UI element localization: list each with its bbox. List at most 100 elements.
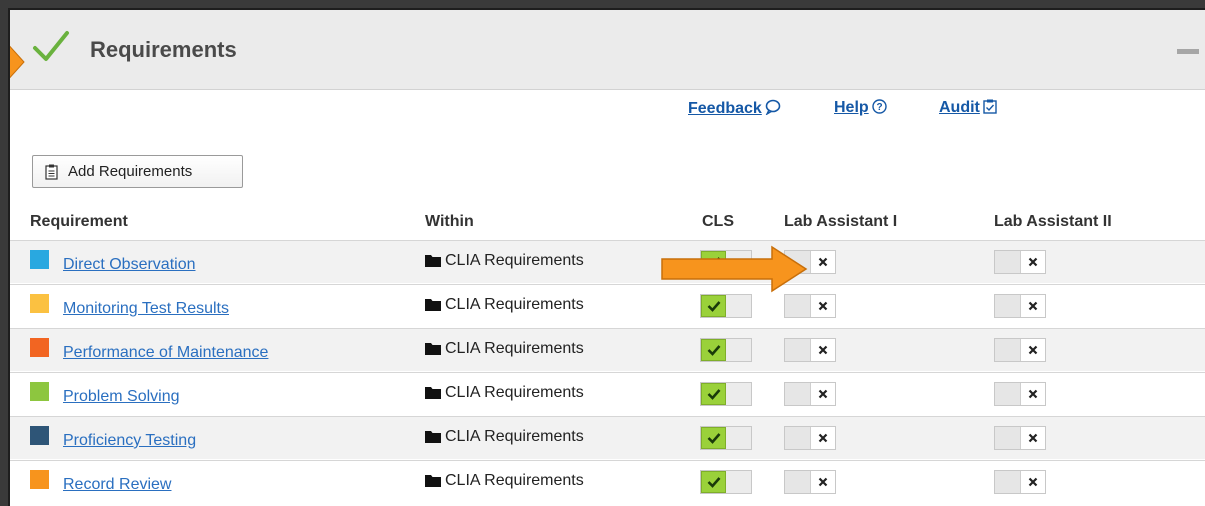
requirement-link[interactable]: Record Review bbox=[63, 476, 171, 494]
lab-assistant-2-toggle[interactable] bbox=[994, 338, 1046, 362]
requirement-link[interactable]: Direct Observation bbox=[63, 256, 196, 274]
toggle-right bbox=[726, 339, 751, 361]
toggle-left bbox=[785, 427, 810, 449]
within-label: CLIA Requirements bbox=[445, 296, 584, 313]
within-cell: CLIA Requirements bbox=[425, 428, 584, 446]
x-icon bbox=[1028, 345, 1038, 355]
table-row: Record Review CLIA Requirements bbox=[10, 460, 1205, 503]
toggle-left bbox=[995, 427, 1020, 449]
toggle-left bbox=[785, 295, 810, 317]
folder-icon bbox=[425, 299, 441, 311]
panel-title: Requirements bbox=[90, 37, 237, 62]
toggle-left bbox=[995, 251, 1020, 273]
lab-assistant-1-toggle[interactable] bbox=[784, 338, 836, 362]
x-icon bbox=[818, 345, 828, 355]
requirement-link[interactable]: Proficiency Testing bbox=[63, 432, 196, 450]
toggle-right bbox=[726, 427, 751, 449]
toggle-left bbox=[701, 339, 726, 361]
lab-assistant-2-toggle[interactable] bbox=[994, 294, 1046, 318]
checkmark-icon bbox=[707, 433, 720, 444]
lab-assistant-2-toggle[interactable] bbox=[994, 250, 1046, 274]
within-cell: CLIA Requirements bbox=[425, 340, 584, 358]
arrow-icon bbox=[10, 45, 25, 79]
lab-assistant-1-toggle[interactable] bbox=[784, 294, 836, 318]
column-header-requirement: Requirement bbox=[30, 213, 128, 230]
x-icon bbox=[818, 257, 828, 267]
toggle-right bbox=[1020, 383, 1045, 405]
cls-toggle[interactable] bbox=[700, 426, 752, 450]
collapse-icon[interactable] bbox=[1177, 49, 1199, 54]
cls-toggle[interactable] bbox=[700, 382, 752, 406]
toggle-right bbox=[1020, 339, 1045, 361]
requirements-panel: Requirements Feedback Help? Audit Add Re… bbox=[8, 8, 1205, 506]
table-row: Proficiency Testing CLIA Requirements bbox=[10, 416, 1205, 459]
color-swatch bbox=[30, 338, 49, 357]
x-icon bbox=[818, 433, 828, 443]
folder-icon bbox=[425, 387, 441, 399]
toggle-left bbox=[785, 471, 810, 493]
requirement-link[interactable]: Problem Solving bbox=[63, 388, 180, 406]
lab-assistant-2-toggle[interactable] bbox=[994, 470, 1046, 494]
add-requirements-button[interactable]: Add Requirements bbox=[32, 155, 243, 188]
feedback-link[interactable]: Feedback bbox=[688, 99, 781, 118]
within-label: CLIA Requirements bbox=[445, 340, 584, 357]
lab-assistant-1-toggle[interactable] bbox=[784, 426, 836, 450]
folder-icon bbox=[425, 475, 441, 487]
column-header-cls: CLS bbox=[702, 213, 734, 230]
within-cell: CLIA Requirements bbox=[425, 252, 584, 270]
column-header-lab-assistant-2: Lab Assistant II bbox=[994, 213, 1112, 230]
x-icon bbox=[818, 477, 828, 487]
checkmark-icon bbox=[707, 477, 720, 488]
table-row: Monitoring Test Results CLIA Requirements bbox=[10, 284, 1205, 327]
toggle-left bbox=[995, 383, 1020, 405]
toggle-right bbox=[1020, 427, 1045, 449]
toggle-right bbox=[726, 383, 751, 405]
lab-assistant-2-toggle[interactable] bbox=[994, 426, 1046, 450]
x-icon bbox=[1028, 433, 1038, 443]
within-cell: CLIA Requirements bbox=[425, 384, 584, 402]
toggle-right bbox=[1020, 295, 1045, 317]
clipboard-icon bbox=[45, 164, 58, 180]
toggle-right bbox=[810, 339, 835, 361]
color-swatch bbox=[30, 250, 49, 269]
within-label: CLIA Requirements bbox=[445, 252, 584, 269]
within-label: CLIA Requirements bbox=[445, 384, 584, 401]
checkmark-icon bbox=[707, 345, 720, 356]
column-header-lab-assistant-1: Lab Assistant I bbox=[784, 213, 898, 230]
table-row: Problem Solving CLIA Requirements bbox=[10, 372, 1205, 415]
x-icon bbox=[1028, 389, 1038, 399]
toggle-right bbox=[810, 295, 835, 317]
requirement-link[interactable]: Monitoring Test Results bbox=[63, 300, 229, 318]
toggle-left bbox=[701, 471, 726, 493]
lab-assistant-1-toggle[interactable] bbox=[784, 382, 836, 406]
help-link[interactable]: Help? bbox=[834, 99, 887, 117]
toggle-right bbox=[810, 471, 835, 493]
within-label: CLIA Requirements bbox=[445, 428, 584, 445]
check-icon bbox=[33, 31, 69, 61]
toggle-left bbox=[701, 383, 726, 405]
folder-icon bbox=[425, 255, 441, 267]
color-swatch bbox=[30, 426, 49, 445]
requirement-link[interactable]: Performance of Maintenance bbox=[63, 344, 268, 362]
arrow-icon bbox=[661, 245, 808, 293]
column-header-within: Within bbox=[425, 213, 474, 230]
cls-toggle[interactable] bbox=[700, 470, 752, 494]
toggle-right bbox=[810, 251, 835, 273]
within-cell: CLIA Requirements bbox=[425, 296, 584, 314]
folder-icon bbox=[425, 343, 441, 355]
toggle-right bbox=[726, 471, 751, 493]
lab-assistant-1-toggle[interactable] bbox=[784, 470, 836, 494]
lab-assistant-2-toggle[interactable] bbox=[994, 382, 1046, 406]
within-cell: CLIA Requirements bbox=[425, 472, 584, 490]
toggle-left bbox=[785, 383, 810, 405]
x-icon bbox=[1028, 257, 1038, 267]
cls-toggle[interactable] bbox=[700, 294, 752, 318]
audit-link[interactable]: Audit bbox=[939, 99, 997, 117]
panel-header: Requirements bbox=[10, 10, 1205, 90]
table-row: Direct Observation CLIA Requirements bbox=[10, 240, 1205, 283]
x-icon bbox=[1028, 301, 1038, 311]
checkmark-icon bbox=[707, 301, 720, 312]
within-label: CLIA Requirements bbox=[445, 472, 584, 489]
x-icon bbox=[818, 301, 828, 311]
cls-toggle[interactable] bbox=[700, 338, 752, 362]
